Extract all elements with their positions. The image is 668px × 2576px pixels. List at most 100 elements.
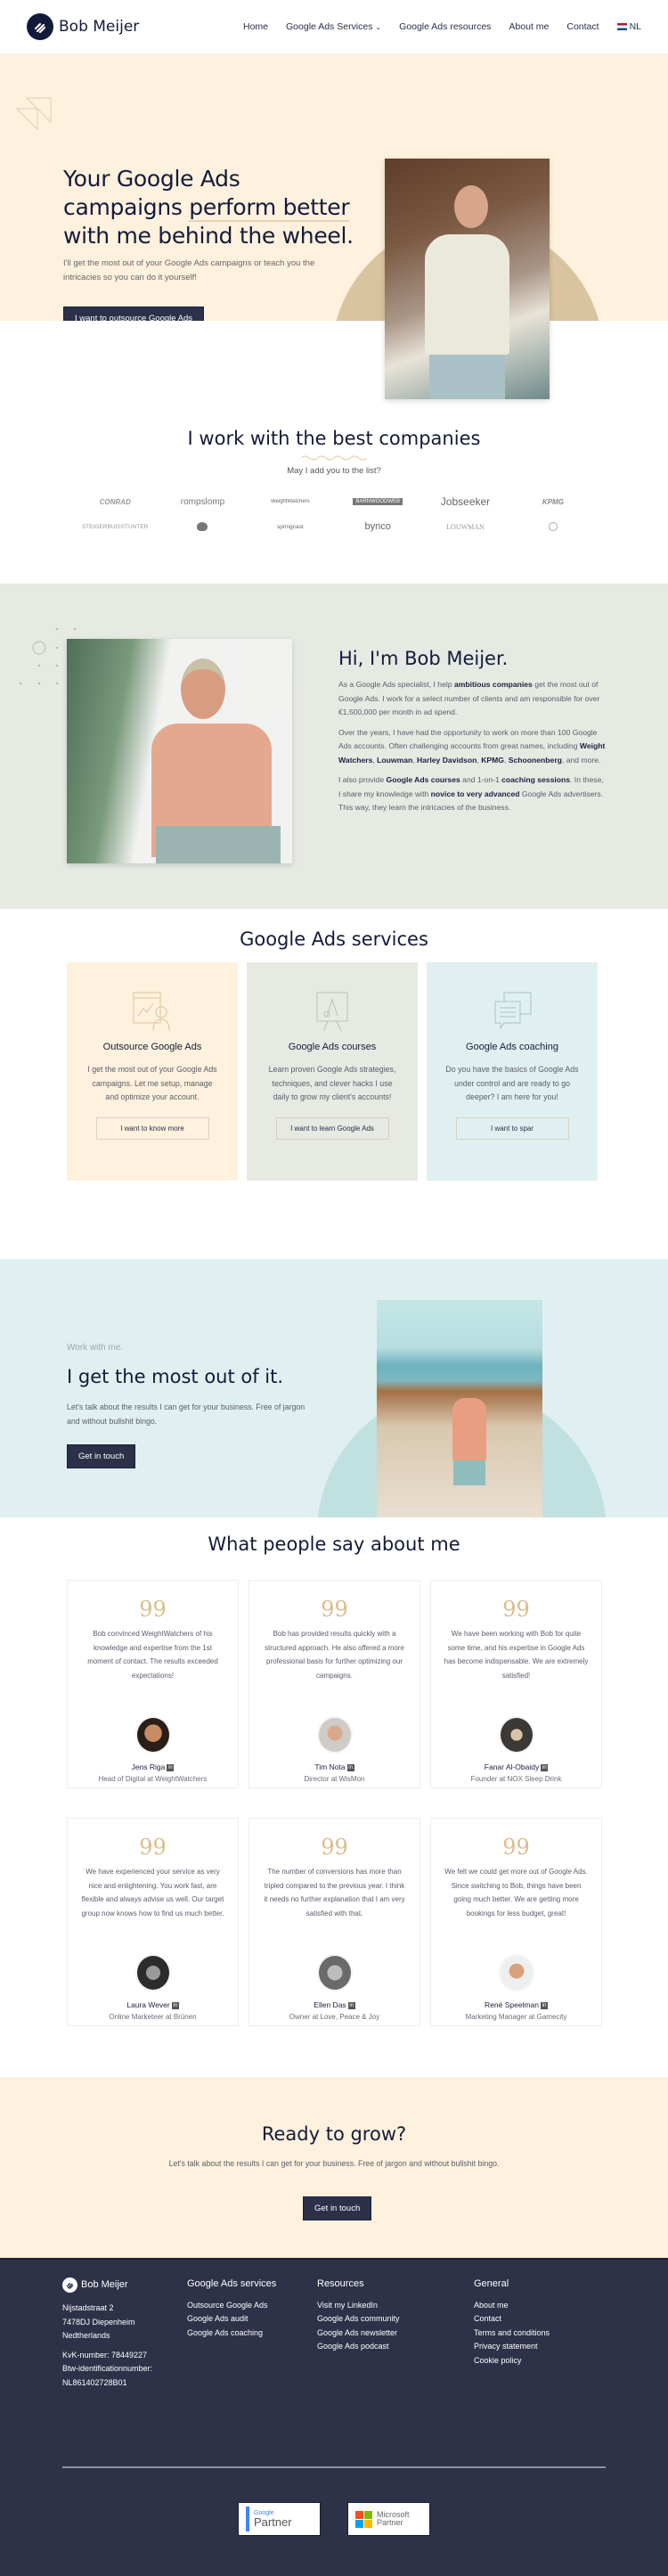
avatar xyxy=(316,1954,353,1991)
footer-link[interactable]: Google Ads audit xyxy=(187,2312,276,2327)
google-partner-badge[interactable]: Google Partner xyxy=(238,2502,321,2536)
service-description: I get the most out of your Google Ads ca… xyxy=(87,1065,217,1101)
linkedin-icon[interactable]: in xyxy=(346,1763,354,1771)
triangles-decoration-icon xyxy=(16,97,52,131)
nav-about-me[interactable]: About me xyxy=(509,21,549,32)
services-title: Google Ads services xyxy=(240,928,428,950)
get-in-touch-button[interactable]: Get in touch xyxy=(303,2196,372,2220)
logo-mark-icon xyxy=(62,2278,77,2293)
logo-mark-icon xyxy=(27,13,53,40)
know-more-button[interactable]: I want to know more xyxy=(95,1116,209,1140)
address-line: 7478DJ Diepenheim xyxy=(62,2317,135,2327)
microsoft-logo-icon xyxy=(355,2510,372,2528)
emphasis: novice to very advanced xyxy=(430,789,520,798)
microsoft-partner-badge[interactable]: Microsoft Partner xyxy=(347,2502,430,2536)
author-name: Ellen Das xyxy=(314,2000,346,2009)
footer-link[interactable]: Cookie policy xyxy=(474,2354,550,2368)
testimonials-title: What people say about me xyxy=(208,1533,460,1555)
avatar xyxy=(134,1716,171,1754)
quote-icon: 99 xyxy=(321,1597,348,1622)
footer-link[interactable]: Google Ads podcast xyxy=(317,2340,400,2354)
language-switcher[interactable]: NL xyxy=(616,21,641,32)
address-line: Nedtherlands xyxy=(62,2331,110,2340)
footer-link[interactable]: Privacy statement xyxy=(474,2340,550,2354)
logo-barnwoodweb: BARNWOODWEB xyxy=(353,498,403,505)
author-name: Laura Wever xyxy=(126,2000,170,2009)
companies-section: I work with the best companies May I add… xyxy=(0,321,668,584)
testimonial-role: Founder at NOX Sleep Drink xyxy=(470,1775,562,1783)
quote-icon: 99 xyxy=(321,1835,348,1860)
learn-google-ads-button[interactable]: I want to learn Google Ads xyxy=(275,1116,389,1140)
about-paragraph-1: As a Google Ads specialist, I help ambit… xyxy=(338,678,606,720)
ready-to-grow-section: Ready to grow? Let's talk about the resu… xyxy=(0,2077,668,2258)
wave-divider-icon xyxy=(301,455,367,461)
quote-icon: 99 xyxy=(139,1835,167,1860)
footer-link[interactable]: Terms and conditions xyxy=(474,2327,550,2341)
footer-link[interactable]: Google Ads newsletter xyxy=(317,2327,400,2341)
footer-logo[interactable]: Bob Meijer xyxy=(62,2278,152,2293)
logo-conrad: CONRAD xyxy=(99,497,131,506)
nav-google-ads-services[interactable]: Google Ads Services ⌄ xyxy=(286,21,381,32)
footer-general-column: General About me Contact Terms and condi… xyxy=(474,2278,550,2367)
avatar xyxy=(134,1954,171,1991)
logo-weightwatchers: WeightWatchers xyxy=(270,499,310,504)
companies-title: I work with the best companies xyxy=(187,428,481,449)
nav-google-ads-resources[interactable]: Google Ads resources xyxy=(399,21,491,32)
quote-icon: 99 xyxy=(139,1597,167,1622)
cta-text: Let's talk about the results I can get f… xyxy=(168,2159,500,2168)
footer-brand-name: Bob Meijer xyxy=(81,2278,128,2290)
partner-label: Partner xyxy=(254,2515,292,2529)
linkedin-icon[interactable]: in xyxy=(540,2001,548,2009)
footer-link[interactable]: Outsource Google Ads xyxy=(187,2299,276,2313)
kvk-number: KvK-number: 78449227 xyxy=(62,2350,148,2359)
chat-bubbles-icon xyxy=(427,991,598,1030)
linkedin-icon[interactable]: in xyxy=(347,2001,355,2009)
linkedin-icon[interactable]: in xyxy=(171,2001,179,2009)
logo-harley-davidson xyxy=(159,519,246,534)
footer-link[interactable]: About me xyxy=(474,2299,550,2313)
hero-subtitle: I'll get the most out of your Google Ads… xyxy=(63,258,315,282)
spar-button[interactable]: I want to spar xyxy=(455,1116,569,1140)
testimonial-text: Bob convinced WeightWatchers of his know… xyxy=(87,1630,218,1680)
footer-link[interactable]: Contact xyxy=(474,2312,550,2327)
logo-bynco: bynco xyxy=(364,521,391,532)
linkedin-icon[interactable]: in xyxy=(541,1763,549,1771)
language-label: NL xyxy=(629,21,641,32)
footer-link[interactable]: Google Ads community xyxy=(317,2312,400,2327)
service-description: Do you have the basics of Google Ads und… xyxy=(445,1065,579,1101)
emphasis: Schoonenberg xyxy=(508,755,562,765)
footer-link[interactable]: Google Ads coaching xyxy=(187,2327,276,2341)
service-title: Google Ads courses xyxy=(288,1042,377,1052)
text: I also provide xyxy=(338,775,387,784)
top-navigation: Bob Meijer Home Google Ads Services ⌄ Go… xyxy=(0,0,668,53)
netherlands-flag-icon xyxy=(616,23,627,31)
service-title: Google Ads coaching xyxy=(466,1042,558,1052)
about-text: Hi, I'm Bob Meijer. As a Google Ads spec… xyxy=(338,648,606,822)
footer-resources-column: Resources Visit my LinkedIn Google Ads c… xyxy=(317,2278,400,2354)
nav-google-ads-services-label: Google Ads Services xyxy=(286,21,373,32)
footer-services-column: Google Ads services Outsource Google Ads… xyxy=(187,2278,276,2340)
linkedin-icon[interactable]: in xyxy=(167,1763,175,1771)
get-in-touch-button[interactable]: Get in touch xyxy=(67,1444,136,1468)
testimonial-role: Head of Digital at WeightWatchers xyxy=(98,1775,208,1783)
logo-rompslomp: rompslomp xyxy=(180,496,225,507)
nav-contact[interactable]: Contact xyxy=(566,21,599,32)
about-title: Hi, I'm Bob Meijer. xyxy=(338,648,509,669)
logo[interactable]: Bob Meijer xyxy=(27,13,139,40)
main-menu: Home Google Ads Services ⌄ Google Ads re… xyxy=(243,21,641,32)
testimonial-role: Owner at Love, Peace & Joy xyxy=(289,2013,380,2021)
testimonial-card: 99 We have been working with Bob for qui… xyxy=(430,1580,602,1788)
testimonial-role: Director at WisMon xyxy=(304,1775,365,1783)
logo-oompah xyxy=(509,519,597,534)
service-card-outsource: Outsource Google Ads I get the most out … xyxy=(67,962,238,1181)
hero-title-highlight: perform better xyxy=(189,194,350,222)
company-logos: CONRAD rompslomp WeightWatchers BARNWOOD… xyxy=(71,495,597,534)
footer-link[interactable]: Visit my LinkedIn xyxy=(317,2299,400,2313)
testimonial-author: Fanar Al-Obaidy in xyxy=(431,1762,601,1771)
author-name: René Speelman xyxy=(485,2000,539,2009)
testimonial-card: 99 We have experienced your service as v… xyxy=(67,1818,239,2026)
emphasis: coaching sessions xyxy=(501,775,571,784)
footer-column-title: Google Ads services xyxy=(187,2278,277,2289)
service-description: Learn proven Google Ads strategies, tech… xyxy=(268,1065,396,1101)
nav-home[interactable]: Home xyxy=(243,21,268,32)
